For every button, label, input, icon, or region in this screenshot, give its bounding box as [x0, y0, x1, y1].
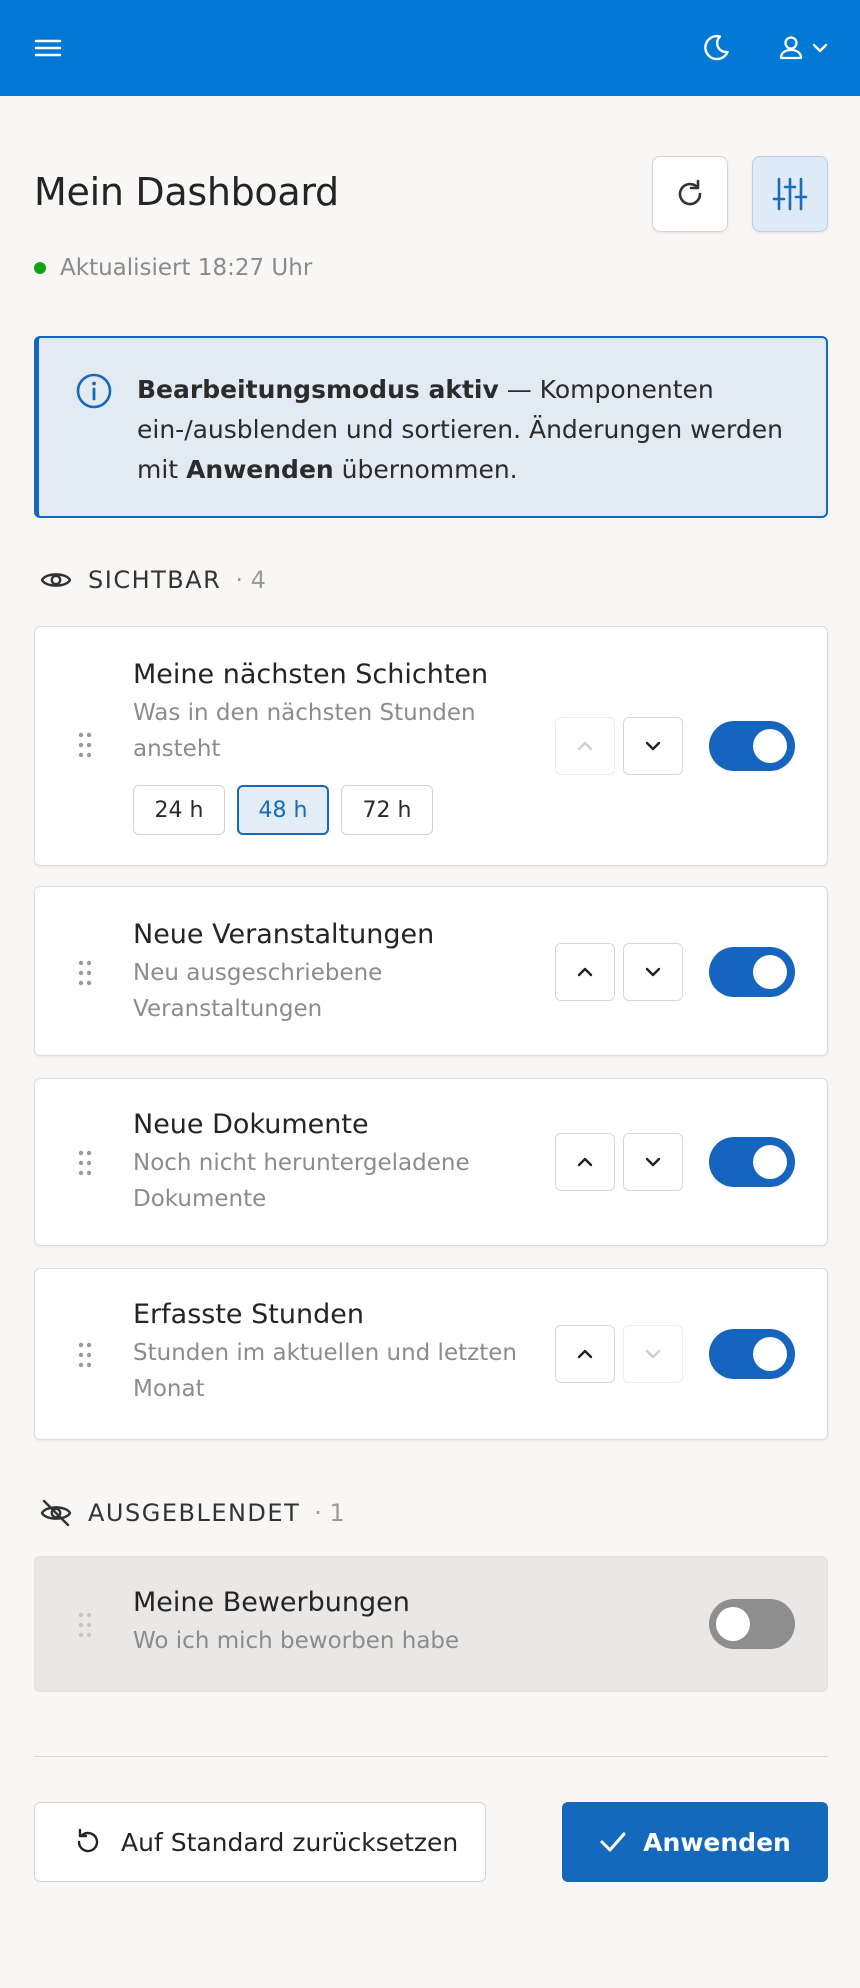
- widget-title: Meine Bewerbungen: [133, 1587, 410, 1618]
- widget-card-applications: Meine Bewerbungen Wo ich mich beworben h…: [34, 1556, 828, 1692]
- moon-icon: [704, 34, 729, 61]
- toggle-knob: [753, 955, 787, 989]
- edit-mode-banner: Bearbeitungsmodus aktiv — Komponenten ei…: [34, 336, 828, 518]
- range-chip-72h[interactable]: 72 h: [341, 785, 433, 835]
- hidden-section-header: AUSGEBLENDET · 1: [40, 1498, 345, 1528]
- widget-description: Stunden im aktuellen und letzten Monat: [133, 1340, 517, 1402]
- footer-divider: [34, 1756, 828, 1757]
- chevron-up-icon: [577, 967, 593, 977]
- sliders-icon: [772, 177, 808, 211]
- eye-off-icon: [40, 1499, 72, 1527]
- banner-text: Bearbeitungsmodus aktiv — Komponenten ei…: [137, 370, 797, 490]
- reset-label: Auf Standard zurücksetzen: [121, 1827, 459, 1857]
- widget-description: Was in den nächsten Stunden ansteht: [133, 700, 476, 762]
- chevron-down-icon: [645, 1157, 661, 1167]
- visible-section-count: · 4: [235, 566, 266, 594]
- move-down-button[interactable]: [623, 717, 683, 775]
- check-icon: [600, 1832, 626, 1852]
- move-up-button[interactable]: [555, 1133, 615, 1191]
- chevron-up-icon: [577, 1349, 593, 1359]
- widget-title: Erfasste Stunden: [133, 1299, 364, 1330]
- toggle-knob: [716, 1607, 750, 1641]
- widget-description: Neu ausgeschriebene Veranstaltungen: [133, 960, 383, 1022]
- banner-bold: Bearbeitungsmodus aktiv: [137, 375, 499, 404]
- status-dot: [34, 262, 46, 274]
- chevron-down-icon: [812, 43, 828, 53]
- page-title: Mein Dashboard: [34, 170, 339, 214]
- reset-to-default-button[interactable]: Auf Standard zurücksetzen: [34, 1802, 486, 1882]
- toggle-knob: [753, 1337, 787, 1371]
- toggle-knob: [753, 1145, 787, 1179]
- drag-handle-icon[interactable]: [77, 1611, 93, 1639]
- widget-title: Neue Veranstaltungen: [133, 919, 435, 950]
- move-up-button[interactable]: [555, 943, 615, 1001]
- chevron-down-icon: [645, 1349, 661, 1359]
- move-down-button[interactable]: [623, 943, 683, 1001]
- hidden-section-count: · 1: [314, 1499, 345, 1527]
- hidden-section-label: AUSGEBLENDET: [88, 1499, 301, 1527]
- move-down-button[interactable]: [623, 1133, 683, 1191]
- move-up-button[interactable]: [555, 717, 615, 775]
- chevron-down-icon: [645, 741, 661, 751]
- visibility-toggle[interactable]: [709, 1329, 795, 1379]
- visibility-toggle[interactable]: [709, 1599, 795, 1649]
- widget-card-hours: Erfasste Stunden Stunden im aktuellen un…: [34, 1268, 828, 1440]
- drag-handle-icon[interactable]: [77, 959, 93, 987]
- theme-toggle-button[interactable]: [694, 26, 738, 70]
- banner-text-2: übernommen.: [333, 455, 518, 484]
- range-chip-24h[interactable]: 24 h: [133, 785, 225, 835]
- info-icon: [76, 373, 112, 409]
- widget-description: Wo ich mich beworben habe: [133, 1628, 460, 1654]
- visibility-toggle[interactable]: [709, 947, 795, 997]
- apply-label: Anwenden: [643, 1827, 791, 1857]
- menu-button[interactable]: [26, 28, 70, 68]
- apply-button[interactable]: Anwenden: [562, 1802, 828, 1882]
- banner-bold-apply: Anwenden: [186, 455, 334, 484]
- widget-title: Meine nächsten Schichten: [133, 659, 489, 690]
- hamburger-icon: [34, 39, 62, 57]
- app-header: [0, 0, 860, 96]
- move-down-button[interactable]: [623, 1325, 683, 1383]
- drag-handle-icon[interactable]: [77, 1149, 93, 1177]
- user-icon: [779, 36, 803, 60]
- visible-section-label: SICHTBAR: [88, 566, 222, 594]
- drag-handle-icon[interactable]: [77, 731, 93, 759]
- range-chip-48h[interactable]: 48 h: [237, 785, 329, 835]
- chevron-up-icon: [577, 1157, 593, 1167]
- chevron-down-icon: [645, 967, 661, 977]
- drag-handle-icon[interactable]: [77, 1341, 93, 1369]
- widget-title: Neue Dokumente: [133, 1109, 369, 1140]
- status-text: Aktualisiert 18:27 Uhr: [60, 255, 313, 281]
- refresh-icon: [678, 179, 702, 206]
- visible-section-header: SICHTBAR · 4: [40, 566, 266, 594]
- user-menu-button[interactable]: [770, 26, 836, 70]
- last-updated-status: Aktualisiert 18:27 Uhr: [34, 255, 312, 281]
- eye-icon: [40, 573, 72, 587]
- widget-description: Noch nicht heruntergeladene Dokumente: [133, 1150, 470, 1212]
- visibility-toggle[interactable]: [709, 721, 795, 771]
- visibility-toggle[interactable]: [709, 1137, 795, 1187]
- move-up-button[interactable]: [555, 1325, 615, 1383]
- customize-button[interactable]: [752, 156, 828, 232]
- widget-card-shifts: Meine nächsten Schichten Was in den näch…: [34, 626, 828, 866]
- refresh-button[interactable]: [652, 156, 728, 232]
- widget-card-events: Neue Veranstaltungen Neu ausgeschriebene…: [34, 886, 828, 1056]
- widget-card-documents: Neue Dokumente Noch nicht heruntergelade…: [34, 1078, 828, 1246]
- toggle-knob: [753, 729, 787, 763]
- reset-icon: [77, 1828, 99, 1853]
- chevron-up-icon: [577, 741, 593, 751]
